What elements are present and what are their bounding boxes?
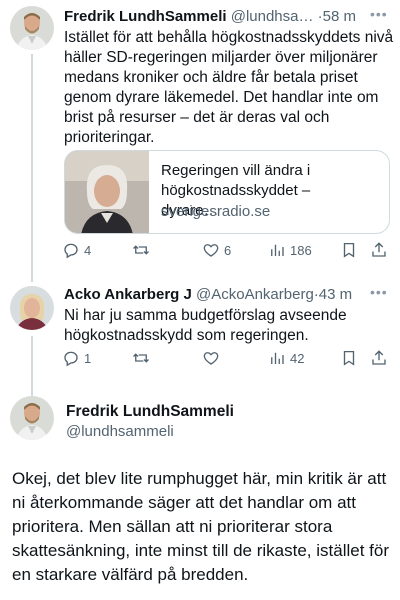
like-count: 6 <box>224 242 232 258</box>
reply-button[interactable]: 1 <box>62 349 91 367</box>
author-handle[interactable]: @lundhsa… <box>231 8 314 25</box>
retweet-icon <box>133 353 149 363</box>
bookmark-button[interactable] <box>340 241 358 259</box>
thread-line <box>31 54 33 282</box>
tweet-header: Acko Ankarberg J @AckoAnkarberg·43 m <box>64 286 364 303</box>
timestamp[interactable]: 58 m <box>323 8 356 25</box>
bookmark-button[interactable] <box>340 349 358 367</box>
avatar[interactable] <box>10 6 54 50</box>
views-button[interactable]: 42 <box>268 349 304 367</box>
more-icon[interactable]: ••• <box>370 284 388 300</box>
reply-count: 4 <box>84 242 92 258</box>
reply-icon <box>64 243 78 259</box>
views-count: 42 <box>290 350 305 366</box>
tweet-header: Fredrik LundhSammeli @lundhsa… ·58 m <box>64 8 364 25</box>
author-name[interactable]: Fredrik LundhSammeli <box>64 8 227 25</box>
tweet-actions: 1 42 <box>62 349 392 369</box>
retweet-icon <box>133 245 149 255</box>
share-button[interactable] <box>370 241 388 259</box>
reply-button[interactable]: 4 <box>62 241 91 259</box>
tweet-text: Ni har ju samma budgetförslag avseende h… <box>64 307 347 344</box>
link-card-domain: sverigesradio.se <box>161 203 271 220</box>
views-icon <box>271 244 284 256</box>
reply-count: 1 <box>84 350 92 366</box>
views-count: 186 <box>290 242 312 258</box>
author-name[interactable]: Acko Ankarberg J <box>64 286 192 303</box>
reply-icon <box>64 351 78 367</box>
views-icon <box>271 352 284 364</box>
thread-line <box>31 336 33 396</box>
retweet-button[interactable] <box>132 349 150 367</box>
author-handle[interactable]: @AckoAnkarberg <box>196 286 314 303</box>
link-card[interactable]: Regeringen vill ändra i högkostnadsskydd… <box>64 150 390 234</box>
like-button[interactable]: 6 <box>202 241 231 259</box>
like-icon <box>203 244 219 257</box>
share-button[interactable] <box>370 349 388 367</box>
timestamp[interactable]: 43 m <box>319 286 352 303</box>
bookmark-icon <box>343 242 355 258</box>
like-icon <box>203 352 219 365</box>
tweet-text: Istället för att behålla högkostnadsskyd… <box>64 29 394 146</box>
bookmark-icon <box>343 350 355 366</box>
author-name[interactable]: Fredrik LundhSammeli <box>66 403 234 421</box>
tweet-text: Okej, det blev lite rumphugget här, min … <box>12 469 389 584</box>
views-button[interactable]: 186 <box>268 241 312 259</box>
more-icon[interactable]: ••• <box>370 6 388 22</box>
tweet-actions: 4 6 186 <box>62 241 392 261</box>
share-icon <box>372 242 386 257</box>
share-icon <box>372 350 386 365</box>
author-handle[interactable]: @lundhsammeli <box>66 423 174 440</box>
link-card-image <box>65 151 149 233</box>
retweet-button[interactable] <box>132 241 150 259</box>
avatar[interactable] <box>10 286 54 330</box>
avatar[interactable] <box>10 396 54 440</box>
like-button[interactable] <box>202 349 220 367</box>
